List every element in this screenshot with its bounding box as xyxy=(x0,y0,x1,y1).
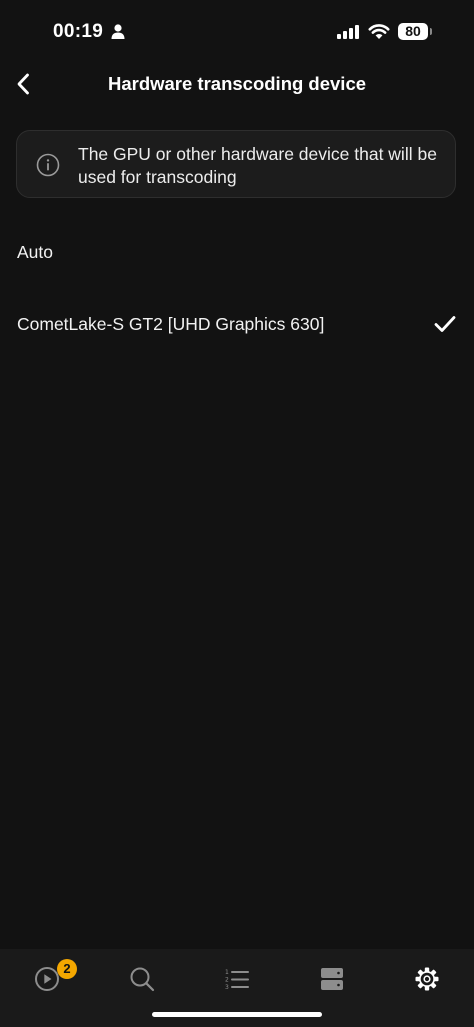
gear-icon xyxy=(415,967,439,991)
battery-tip xyxy=(430,28,432,35)
option-cometlake[interactable]: CometLake-S GT2 [UHD Graphics 630] xyxy=(0,297,474,353)
svg-text:3: 3 xyxy=(225,984,229,990)
nav-header: Hardware transcoding device xyxy=(0,62,474,106)
person-icon xyxy=(111,24,125,39)
status-bar: 00:19 80 xyxy=(0,0,474,62)
home-indicator xyxy=(152,1012,322,1017)
numbered-list-icon: 1 2 3 xyxy=(225,969,249,990)
battery-indicator: 80 xyxy=(398,23,428,40)
info-icon xyxy=(36,153,60,177)
cellular-signal-icon xyxy=(337,25,359,39)
server-icon xyxy=(321,968,343,990)
option-auto[interactable]: Auto xyxy=(0,225,474,281)
tab-search[interactable] xyxy=(117,961,167,997)
wifi-icon xyxy=(368,24,390,39)
tab-playlists[interactable]: 1 2 3 xyxy=(212,961,262,997)
page-title: Hardware transcoding device xyxy=(107,73,367,94)
checkmark-icon xyxy=(434,316,456,332)
search-icon xyxy=(130,967,155,992)
info-box: The GPU or other hardware device that wi… xyxy=(16,130,456,198)
option-label: CometLake-S GT2 [UHD Graphics 630] xyxy=(17,314,325,334)
svg-text:1: 1 xyxy=(225,969,229,976)
tab-settings[interactable] xyxy=(402,961,452,997)
option-label: Auto xyxy=(17,242,53,262)
svg-text:2: 2 xyxy=(225,977,229,984)
queue-badge: 2 xyxy=(57,959,77,979)
tab-servers[interactable] xyxy=(307,961,357,997)
status-time: 00:19 xyxy=(53,21,104,42)
info-text: The GPU or other hardware device that wi… xyxy=(78,144,437,187)
